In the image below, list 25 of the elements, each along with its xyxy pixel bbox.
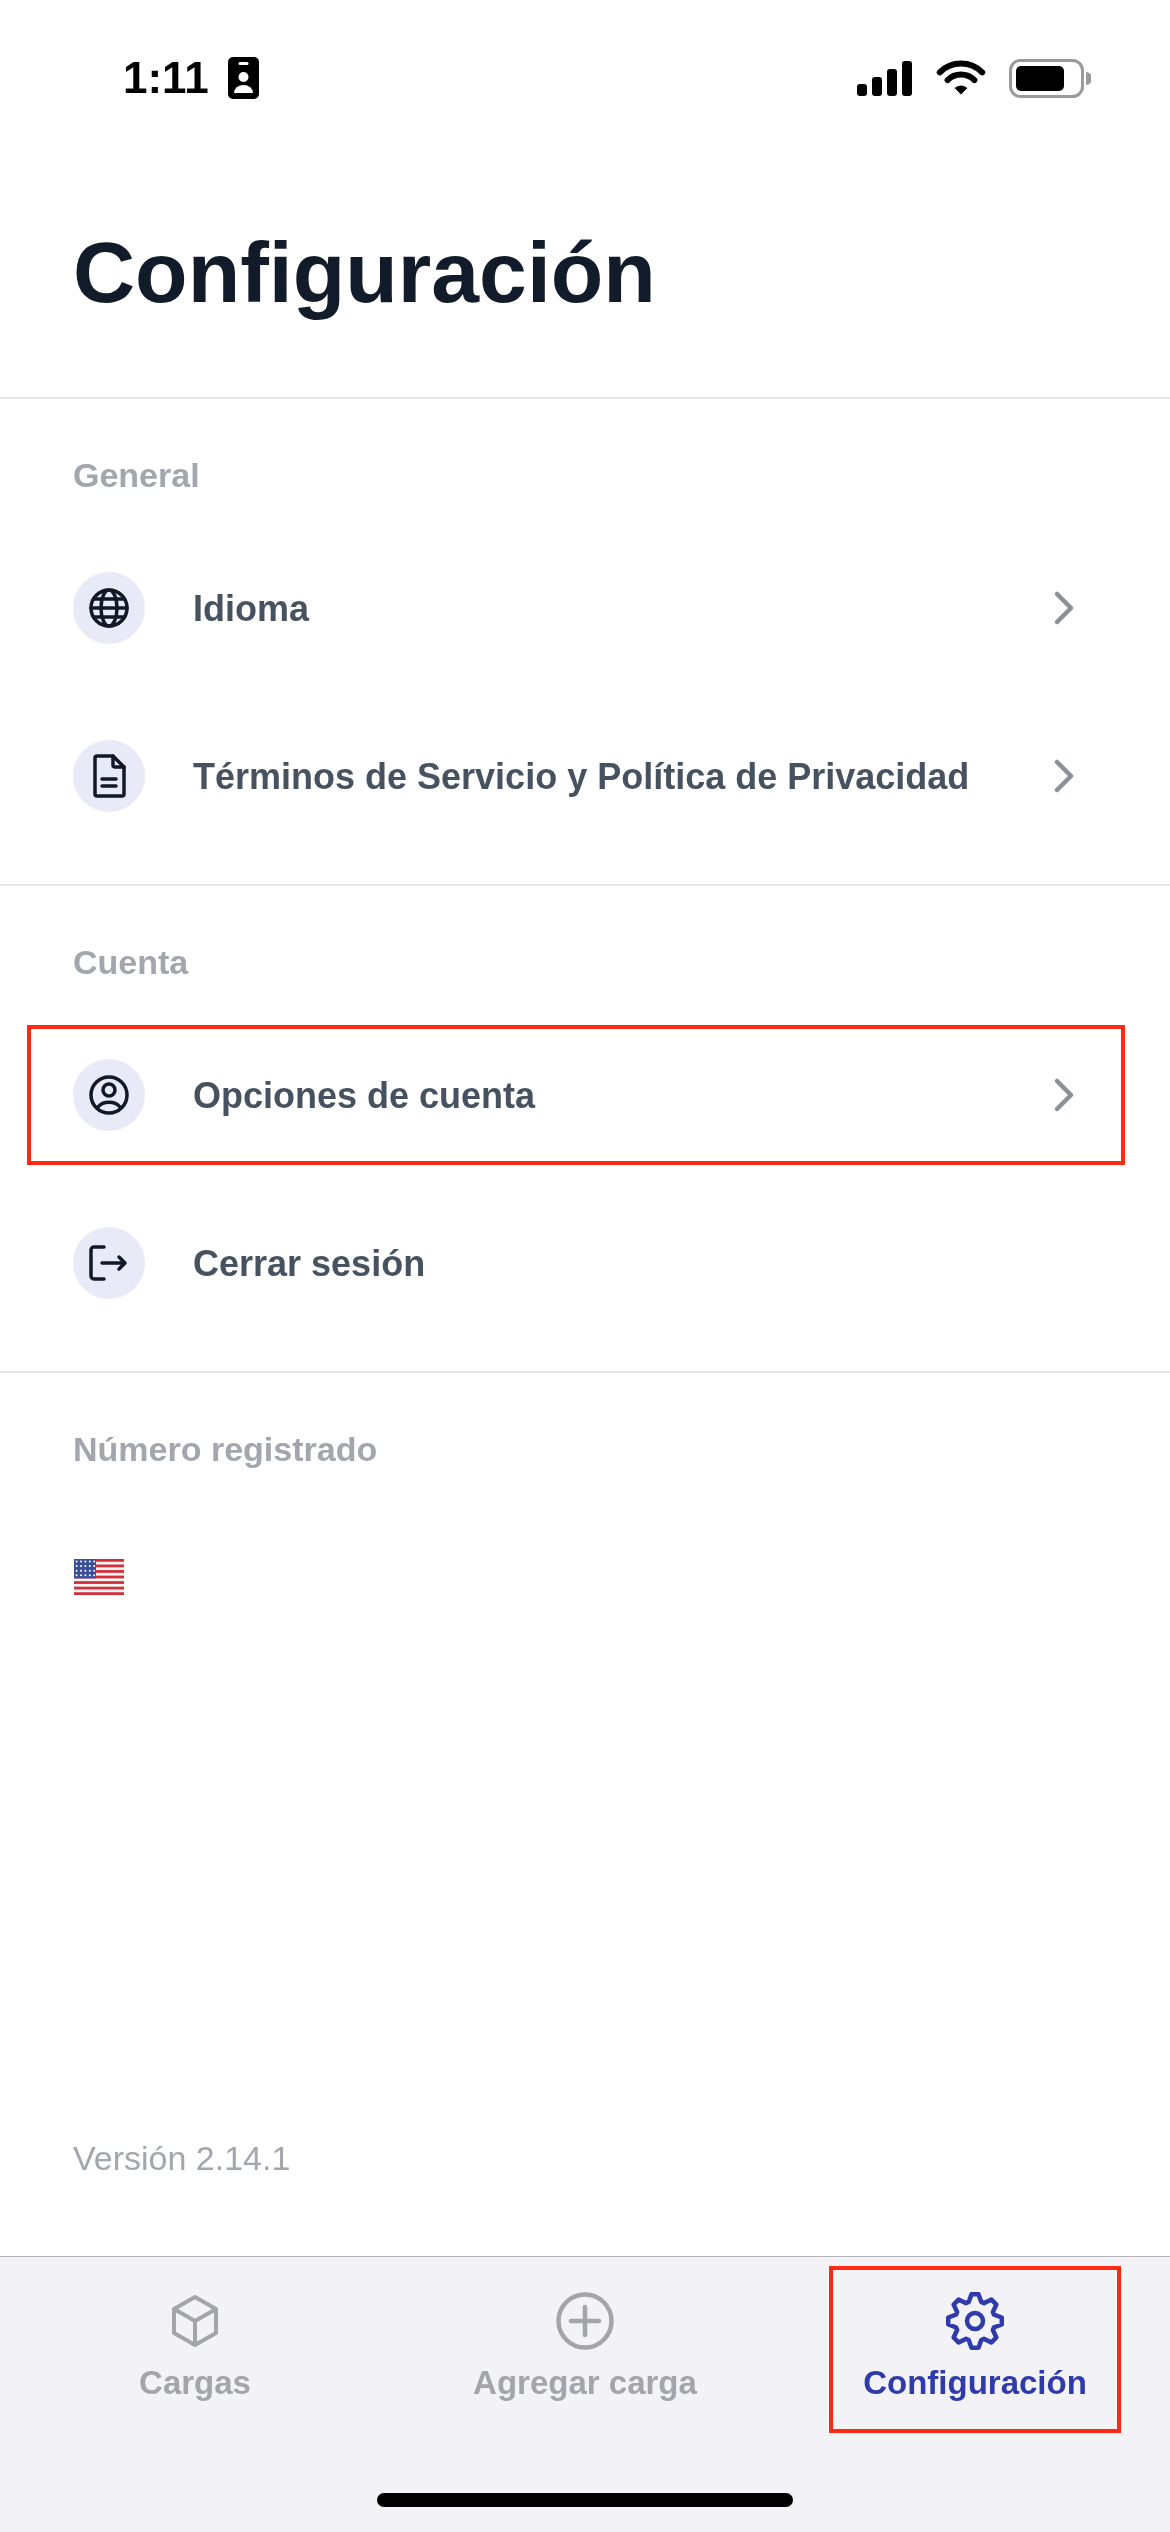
- document-icon: [73, 740, 145, 813]
- settings-item[interactable]: Opciones de cuenta: [27, 1025, 1125, 1166]
- page-title: Configuración: [73, 223, 656, 322]
- plus-circle-icon: [555, 2291, 615, 2351]
- globe-icon: [73, 572, 145, 645]
- user-circle-icon: [73, 1059, 145, 1132]
- settings-item[interactable]: Términos de Servicio y Política de Privacidad: [27, 706, 1125, 847]
- status-time: 1:11: [123, 52, 209, 104]
- chevron-right-icon: [1053, 1077, 1075, 1114]
- chevron-right-icon: [1053, 758, 1075, 795]
- flag-icon: [74, 1559, 124, 1596]
- settings-item[interactable]: Cerrar sesión: [27, 1193, 1125, 1334]
- chevron-right-icon: [1053, 590, 1075, 627]
- section-header: General: [73, 455, 200, 496]
- wifi-icon: [935, 59, 987, 97]
- id-badge-icon: [227, 57, 259, 99]
- tab[interactable]: Configuración: [829, 2266, 1121, 2433]
- signal-icon: [857, 60, 913, 96]
- settings-icon: [945, 2291, 1005, 2351]
- section-header: Cuenta: [73, 942, 189, 983]
- settings-item[interactable]: Idioma: [27, 538, 1125, 679]
- battery-icon: [1009, 58, 1091, 98]
- version-text: Versión 2.14.1: [73, 2138, 291, 2178]
- logout-icon: [73, 1227, 145, 1300]
- section-header: Número registrado: [73, 1429, 378, 1470]
